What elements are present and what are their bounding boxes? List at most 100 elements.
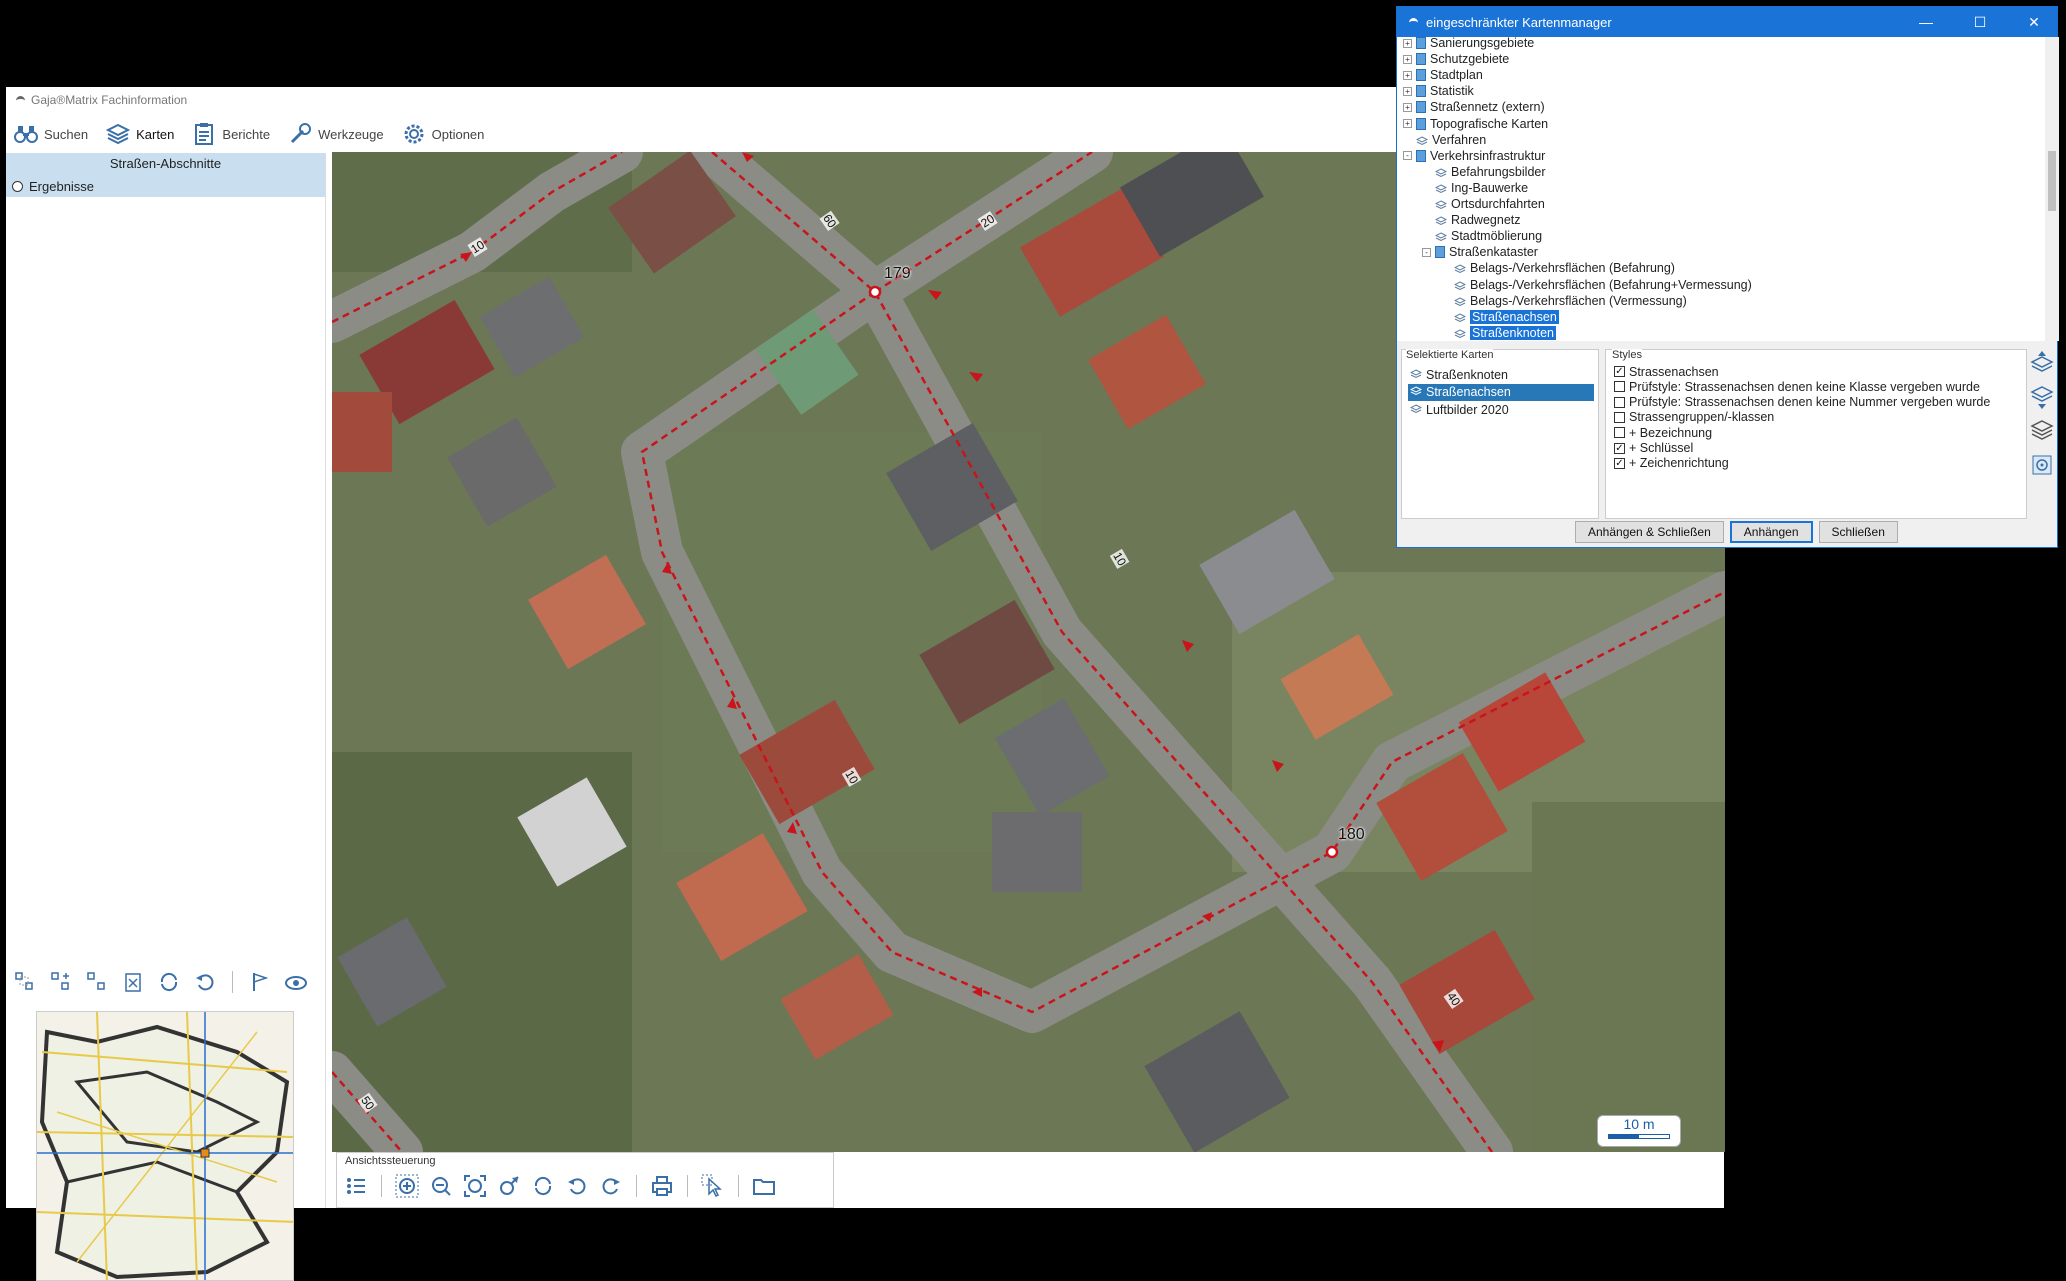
style-checkbox[interactable] (1614, 411, 1625, 423)
style-item[interactable]: ✓ + Zeichenrichtung (1614, 456, 1729, 471)
maximize-icon[interactable]: ☐ (1957, 7, 2003, 37)
dialog-titlebar[interactable]: eingeschränkter Kartenmanager — ☐ ✕ (1397, 7, 2057, 37)
tree-item[interactable]: Verfahren (1403, 132, 1486, 148)
flag-icon[interactable] (247, 969, 273, 995)
select-points-icon[interactable] (12, 969, 38, 995)
zoom-out-icon[interactable] (428, 1173, 454, 1199)
style-item[interactable]: ✓ Strassenachsen (1614, 364, 1719, 379)
back-icon[interactable] (564, 1173, 590, 1199)
tree-item-label: Stadtplan (1430, 68, 1483, 83)
style-checkbox[interactable]: ✓ (1614, 457, 1625, 469)
tree-item[interactable]: Ortsdurchfahrten (1422, 196, 1545, 212)
selected-map-item[interactable]: Luftbilder 2020 (1408, 401, 1594, 418)
zoom-in-icon[interactable] (394, 1173, 420, 1199)
tree-item-label: Schutzgebiete (1430, 52, 1510, 67)
collapse-icon[interactable]: - (1403, 151, 1412, 161)
app-title-text: Gaja®Matrix Fachinformation (31, 93, 188, 107)
attach-close-button[interactable]: Anhängen & Schließen (1575, 521, 1724, 543)
toolbar-werkzeuge-label: Werkzeuge (318, 126, 384, 142)
tree-item-label: Radwegnetz (1451, 213, 1521, 228)
eye-icon[interactable] (283, 969, 309, 995)
expand-icon[interactable]: + (1403, 38, 1412, 48)
tree-item[interactable]: + Topografische Karten (1403, 116, 1548, 132)
toolbar-optionen[interactable]: Optionen (398, 120, 489, 148)
clear-selection-icon[interactable] (120, 969, 146, 995)
style-checkbox[interactable] (1614, 396, 1625, 408)
layer-up-icon[interactable] (2029, 349, 2055, 377)
tree-item[interactable]: + Stadtplan (1403, 67, 1483, 83)
style-item[interactable]: Prüfstyle: Strassenachsen denen keine Nu… (1614, 395, 1990, 410)
toolbar-berichte[interactable]: Berichte (188, 120, 274, 148)
tree-item[interactable]: - Verkehrsinfrastruktur (1403, 148, 1545, 164)
expand-icon[interactable]: + (1403, 70, 1412, 80)
close-icon[interactable]: ✕ (2011, 7, 2057, 37)
tree-item[interactable]: + Straßennetz (extern) (1403, 99, 1545, 115)
toolbar-karten[interactable]: Karten (102, 120, 178, 148)
tree-item[interactable]: Ing-Bauwerke (1422, 180, 1528, 196)
expand-icon[interactable]: + (1403, 86, 1412, 96)
style-item[interactable]: ✓ + Schlüssel (1614, 441, 1693, 456)
style-checkbox[interactable]: ✓ (1614, 366, 1625, 377)
add-selection-icon[interactable] (48, 969, 74, 995)
attach-button[interactable]: Anhängen (1729, 521, 1813, 543)
selected-map-item[interactable]: Straßenachsen (1408, 383, 1594, 401)
map-folder-icon (1416, 85, 1426, 98)
tree-item[interactable]: Belags-/Verkehrsflächen (Vermessung) (1441, 293, 1687, 309)
forward-icon[interactable] (598, 1173, 624, 1199)
toolbar-suchen[interactable]: Suchen (10, 120, 92, 148)
tree-item[interactable]: Befahrungsbilder (1422, 164, 1546, 180)
tree-scrollbar[interactable] (2045, 37, 2059, 341)
undo-icon[interactable] (192, 969, 218, 995)
zoom-extent-icon[interactable] (462, 1173, 488, 1199)
expand-icon[interactable]: + (1403, 54, 1412, 64)
style-item[interactable]: Prüfstyle: Strassenachsen denen keine Kl… (1614, 379, 1980, 394)
zoom-direction-icon[interactable] (496, 1173, 522, 1199)
results-radio[interactable] (12, 180, 23, 192)
minimize-icon[interactable]: — (1903, 7, 1949, 37)
collapse-icon[interactable]: - (1422, 247, 1431, 257)
layers-stack-icon[interactable] (2029, 417, 2055, 445)
tree-item[interactable]: Stadtmöblierung (1422, 228, 1542, 244)
toolbar-suchen-label: Suchen (44, 126, 89, 142)
map-tree[interactable]: + Sanierungsgebiete + Schutzgebiete + Stadtpl… (1397, 37, 2045, 341)
tree-item[interactable]: Belags-/Verkehrsflächen (Befahrung) (1441, 260, 1675, 276)
style-checkbox[interactable]: ✓ (1614, 442, 1625, 454)
refresh-icon[interactable] (156, 969, 182, 995)
print-icon[interactable] (649, 1173, 675, 1199)
layers-icon (106, 122, 131, 146)
layer-icon (1453, 312, 1467, 322)
tree-item[interactable]: + Schutzgebiete (1403, 51, 1509, 67)
expand-icon[interactable]: + (1403, 119, 1412, 128)
style-item[interactable]: Strassengruppen/-klassen (1614, 410, 1774, 425)
tree-scrollbar-thumb[interactable] (2048, 151, 2056, 211)
refresh-map-icon[interactable] (530, 1173, 556, 1199)
tree-item[interactable]: Straßenachsen (1441, 309, 1559, 325)
tree-item[interactable]: - Straßenkataster (1422, 244, 1538, 260)
layer-down-icon[interactable] (2029, 383, 2055, 411)
close-button[interactable]: Schließen (1818, 521, 1898, 543)
tree-item[interactable]: + Statistik (1403, 83, 1474, 99)
results-item[interactable]: Ergebnisse (6, 175, 325, 197)
remove-selection-icon[interactable] (84, 969, 110, 995)
tree-item[interactable]: Straßenknoten (1441, 325, 1556, 341)
locate-layer-icon[interactable] (2029, 451, 2055, 479)
style-item[interactable]: + Bezeichnung (1614, 425, 1712, 440)
style-checkbox[interactable] (1614, 381, 1625, 393)
info-select-icon[interactable] (700, 1173, 726, 1199)
selected-map-item[interactable]: Straßenknoten (1408, 366, 1594, 383)
overview-map[interactable] (36, 1011, 294, 1281)
scale-label: 10 m (1623, 1116, 1655, 1132)
style-checkbox[interactable] (1614, 427, 1625, 439)
gear-icon (402, 122, 426, 146)
legend-list-icon[interactable] (343, 1173, 369, 1199)
tree-item[interactable]: Belags-/Verkehrsflächen (Befahrung+Verme… (1441, 277, 1752, 293)
tree-item-label: Belags-/Verkehrsflächen (Befahrung) (1470, 261, 1675, 276)
tree-item[interactable]: Radwegnetz (1422, 212, 1521, 228)
expand-icon[interactable]: + (1403, 102, 1412, 112)
tree-item[interactable]: + Sanierungsgebiete (1403, 37, 1534, 51)
toolbar-werkzeuge[interactable]: Werkzeuge (284, 120, 388, 148)
folder-icon[interactable] (751, 1173, 777, 1199)
